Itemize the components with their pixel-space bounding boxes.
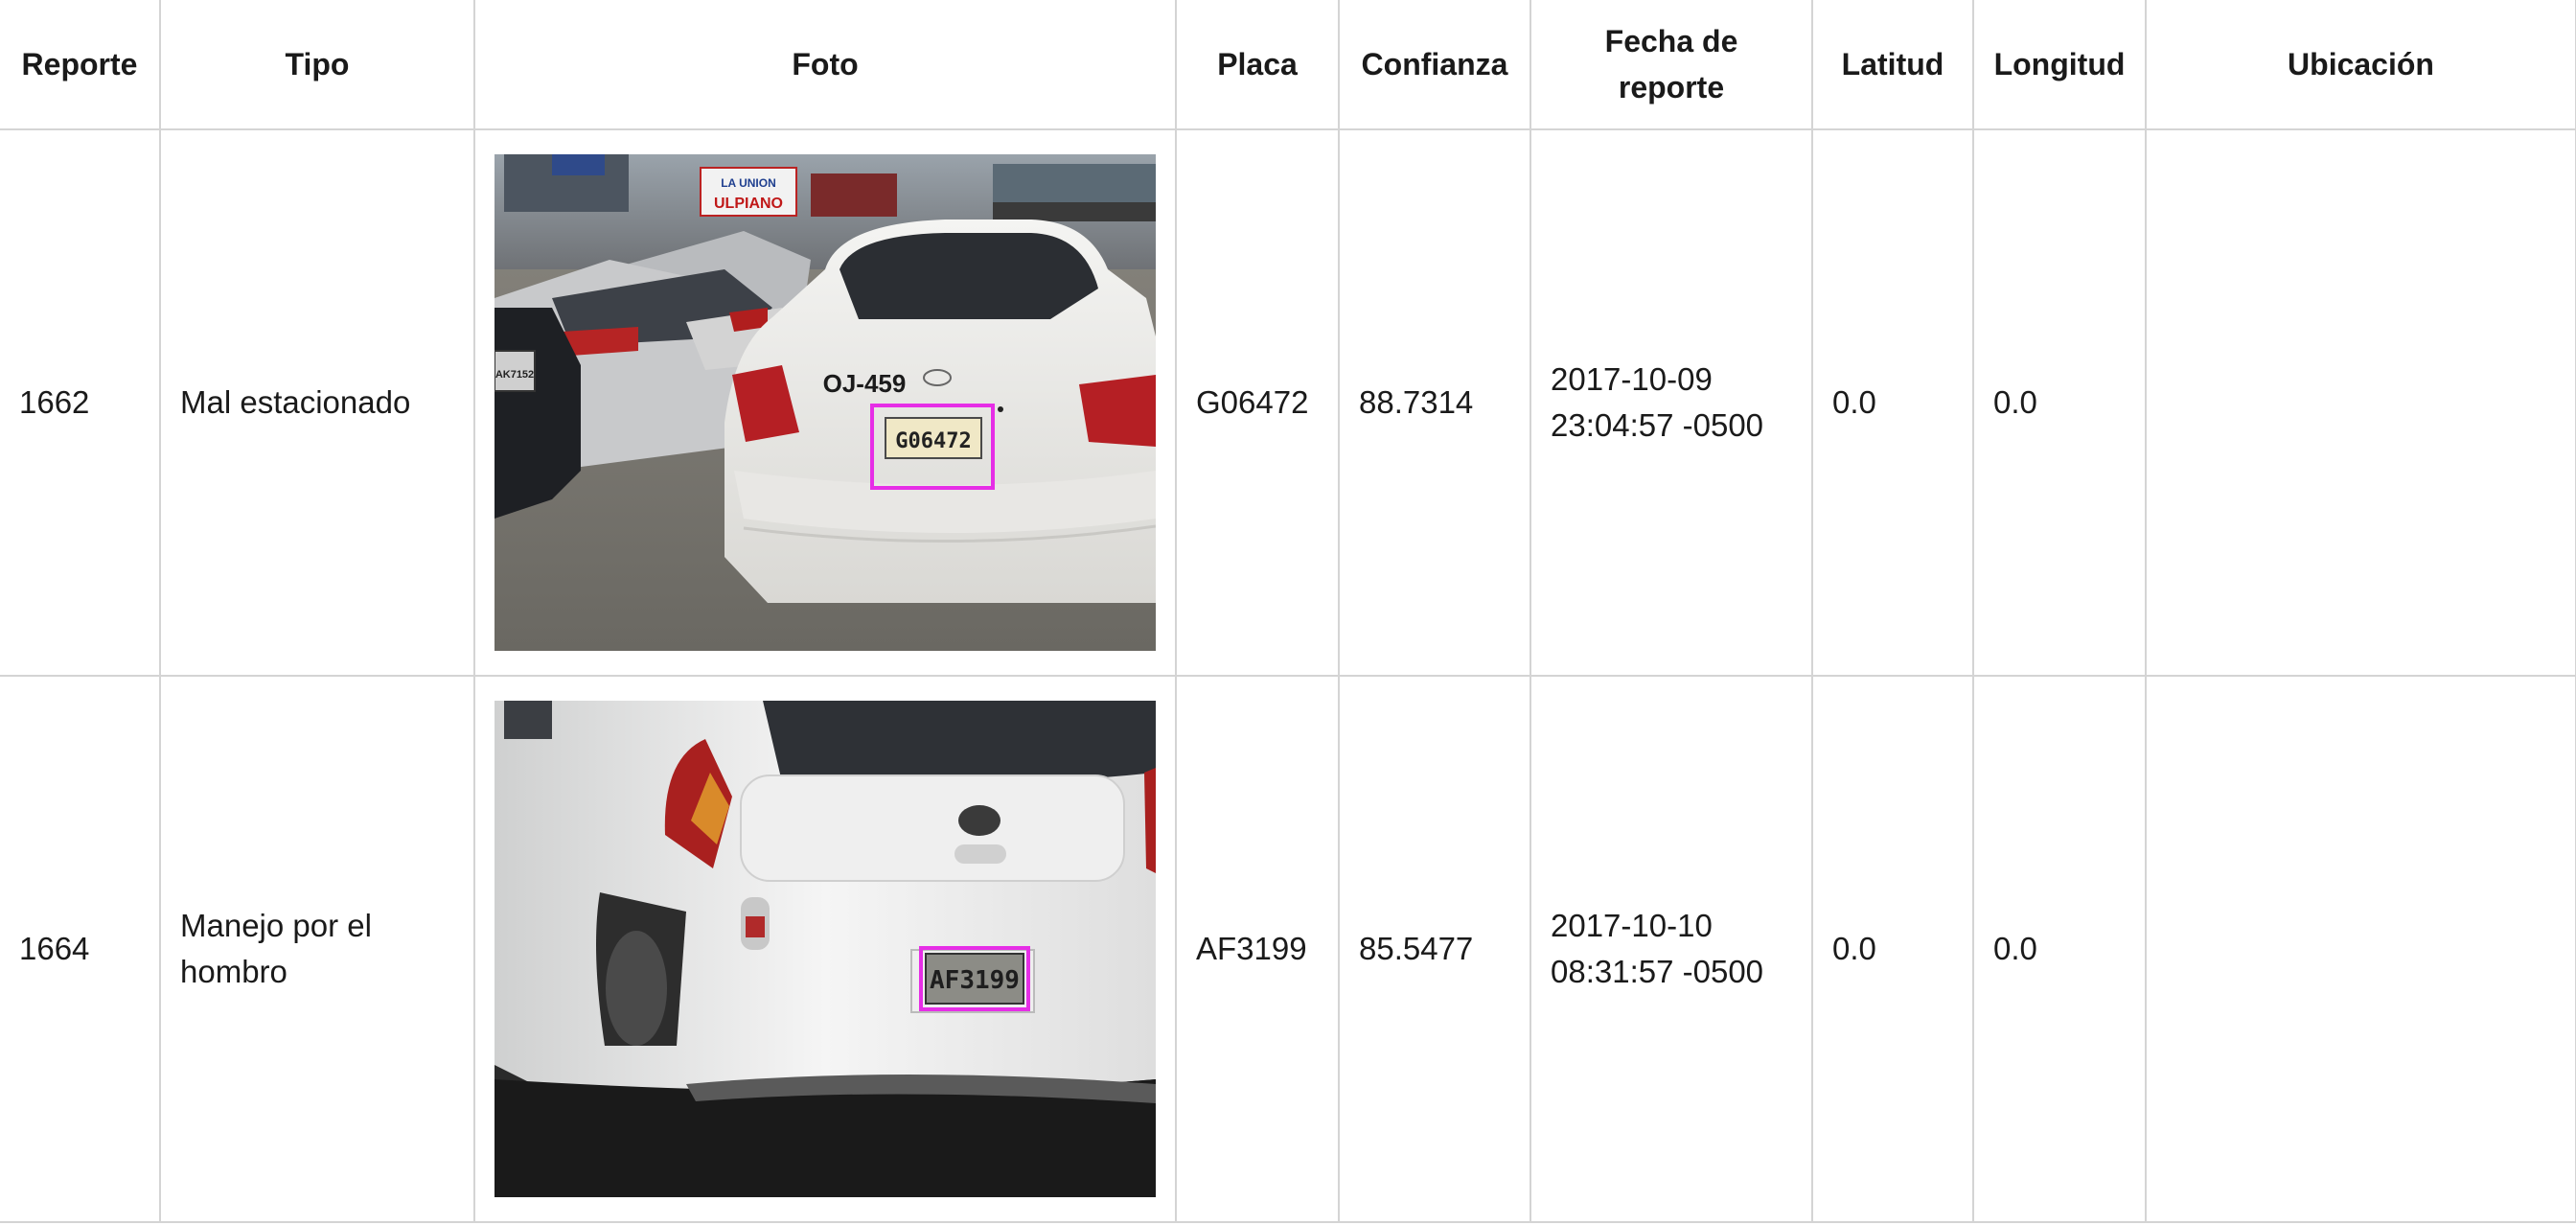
- trunk-text: OJ-459: [823, 369, 907, 398]
- cell-longitud: 0.0: [1972, 128, 2147, 677]
- photo-plate-text: AF3199: [930, 966, 1020, 995]
- cell-fecha-time: 08:31:57 -0500: [1551, 954, 1764, 989]
- cell-placa: G06472: [1175, 128, 1340, 677]
- cell-ubicacion: [2145, 675, 2576, 1223]
- vehicle-photo[interactable]: AF3199: [494, 701, 1156, 1197]
- header-row: Reporte Tipo Foto Placa Confianza Fecha …: [0, 0, 2576, 130]
- cell-fecha-time: 23:04:57 -0500: [1551, 407, 1764, 443]
- header-reporte[interactable]: Reporte: [0, 0, 161, 130]
- header-fecha[interactable]: Fecha de reporte: [1530, 0, 1813, 130]
- cell-fecha: 2017-10-09 23:04:57 -0500: [1530, 128, 1813, 677]
- cell-tipo-line2: hombro: [180, 954, 288, 989]
- cell-confianza: 85.5477: [1338, 675, 1531, 1223]
- cell-latitud: 0.0: [1811, 675, 1974, 1223]
- banner-text-2: ULPIANO: [714, 196, 783, 212]
- vehicle-photo[interactable]: LA UNION ULPIANO AK7152 OJ-459 G06472: [494, 154, 1156, 651]
- banner-text-1: LA UNION: [721, 176, 776, 190]
- header-placa[interactable]: Placa: [1175, 0, 1340, 130]
- header-fecha-line2: reporte: [1618, 70, 1725, 104]
- reports-table: Reporte Tipo Foto Placa Confianza Fecha …: [0, 0, 2576, 1223]
- cell-reporte: 1664: [0, 675, 161, 1223]
- cell-ubicacion: [2145, 128, 2576, 677]
- header-ubicacion[interactable]: Ubicación: [2145, 0, 2576, 130]
- header-confianza[interactable]: Confianza: [1338, 0, 1531, 130]
- cell-tipo: Manejo por el hombro: [159, 675, 475, 1223]
- header-fecha-line1: Fecha de: [1604, 24, 1738, 58]
- cell-fecha-date: 2017-10-10: [1551, 908, 1713, 943]
- cell-fecha: 2017-10-10 08:31:57 -0500: [1530, 675, 1813, 1223]
- cell-reporte: 1662: [0, 128, 161, 677]
- cell-tipo: Mal estacionado: [159, 128, 475, 677]
- photo-plate-text: G06472: [895, 429, 971, 453]
- cell-confianza: 88.7314: [1338, 128, 1531, 677]
- table-row[interactable]: 1662 Mal estacionado LA UNION ULPIANO AK…: [0, 128, 2576, 677]
- cell-tipo-line1: Manejo por el: [180, 908, 372, 943]
- cell-longitud: 0.0: [1972, 675, 2147, 1223]
- header-foto[interactable]: Foto: [473, 0, 1177, 130]
- cell-foto: LA UNION ULPIANO AK7152 OJ-459 G06472: [473, 128, 1177, 677]
- header-latitud[interactable]: Latitud: [1811, 0, 1974, 130]
- cell-latitud: 0.0: [1811, 128, 1974, 677]
- left-plate-text: AK7152: [495, 369, 534, 381]
- header-longitud[interactable]: Longitud: [1972, 0, 2147, 130]
- table-row[interactable]: 1664 Manejo por el hombro AF3199 AF3199 …: [0, 675, 2576, 1223]
- header-tipo[interactable]: Tipo: [159, 0, 475, 130]
- cell-foto: AF3199: [473, 675, 1177, 1223]
- cell-fecha-date: 2017-10-09: [1551, 361, 1713, 397]
- cell-placa: AF3199: [1175, 675, 1340, 1223]
